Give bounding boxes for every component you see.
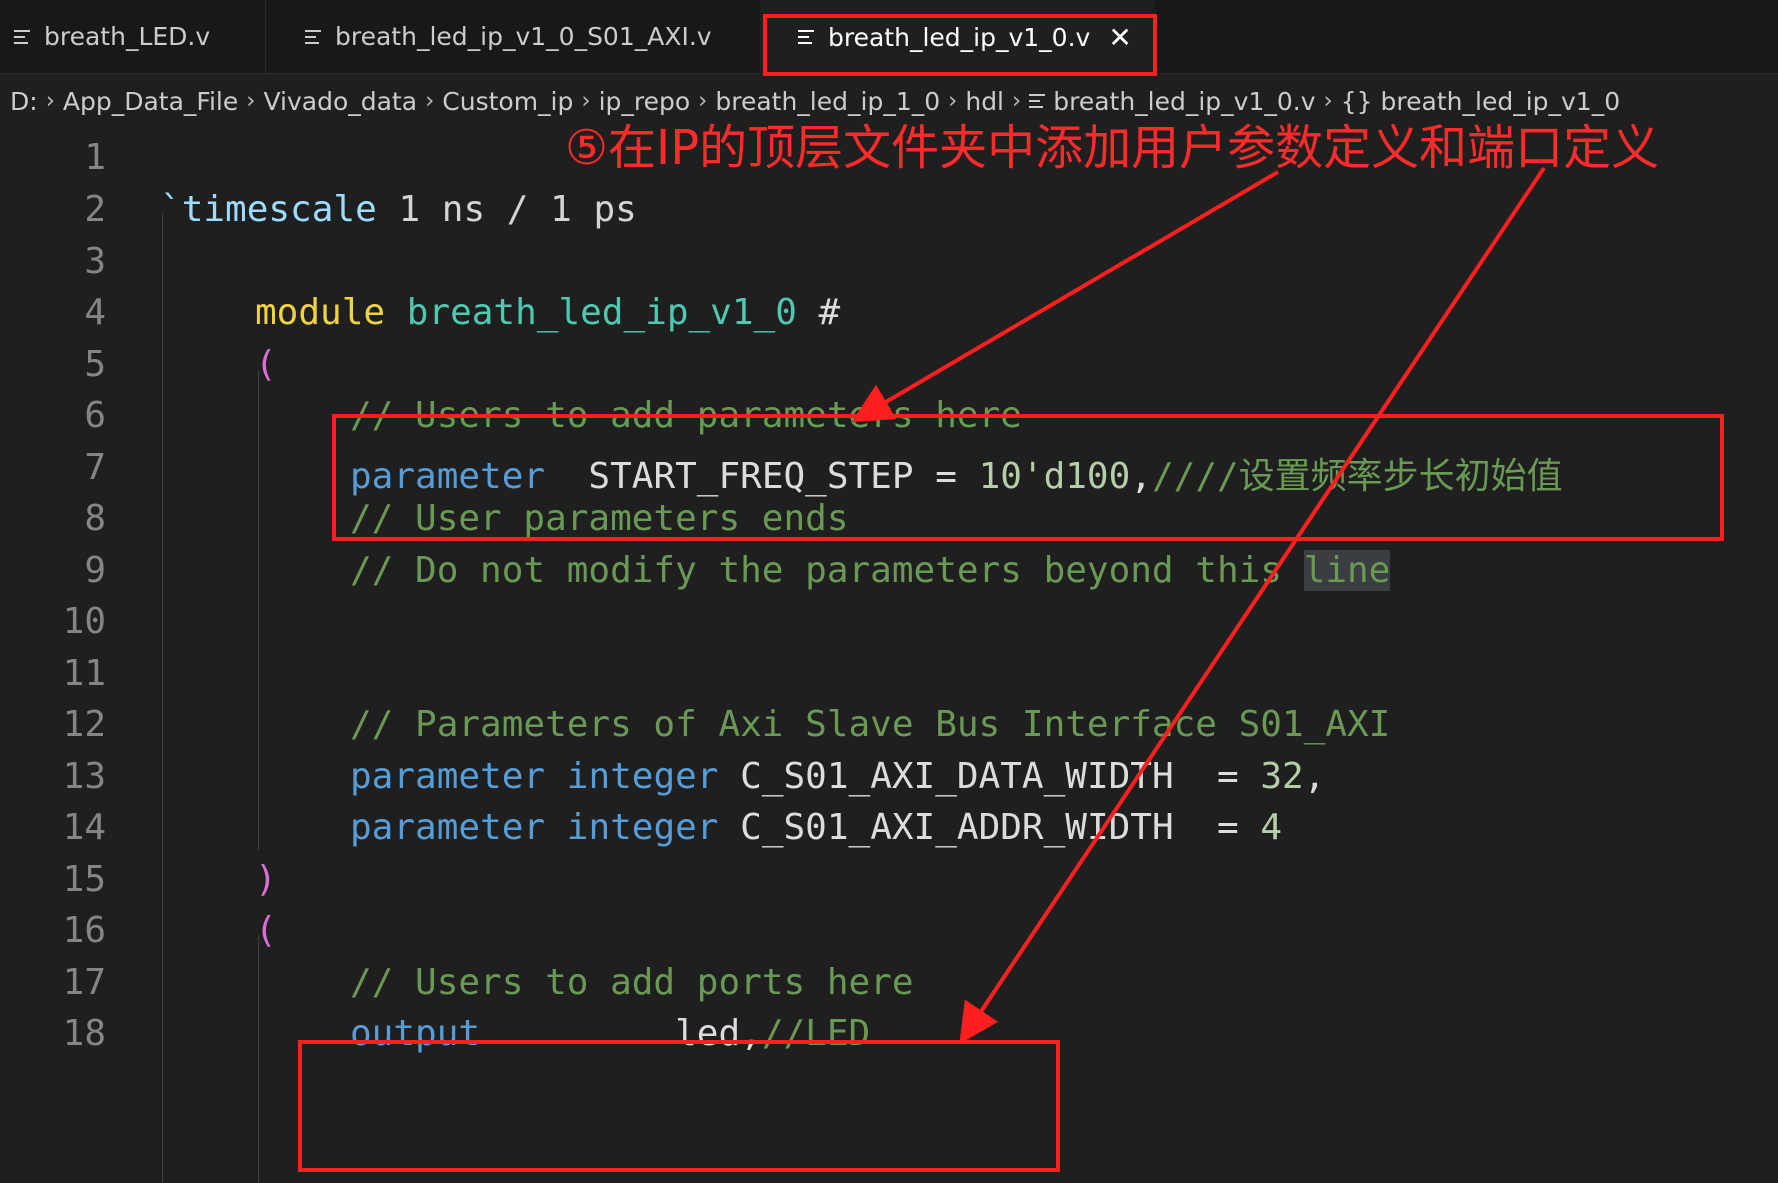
line-number: 17 bbox=[62, 962, 106, 1003]
code-line-5: ( bbox=[255, 344, 277, 385]
line-number: 5 bbox=[84, 344, 106, 385]
code-line-13: parameter integer C_S01_AXI_DATA_WIDTH =… bbox=[350, 756, 1326, 797]
line-number: 11 bbox=[62, 653, 106, 694]
code-line-16: ( bbox=[255, 910, 277, 951]
code-editor[interactable]: 1 2 3 4 5 6 7 8 9 10 11 12 13 14 15 16 1… bbox=[0, 125, 1778, 1183]
line-number: 9 bbox=[84, 550, 106, 591]
chevron-right-icon: › bbox=[246, 88, 256, 114]
breadcrumb-item[interactable]: Custom_ip bbox=[442, 87, 573, 116]
code-line-14: parameter integer C_S01_AXI_ADDR_WIDTH =… bbox=[350, 807, 1283, 848]
annotation-box-active-tab bbox=[763, 14, 1157, 76]
code-line-12: // Parameters of Axi Slave Bus Interface… bbox=[350, 704, 1391, 745]
breadcrumb-item[interactable]: Vivado_data bbox=[263, 87, 417, 116]
line-number: 8 bbox=[84, 498, 106, 539]
line-number: 10 bbox=[62, 601, 106, 642]
chevron-right-icon: › bbox=[425, 88, 435, 114]
code-line-4: module breath_led_ip_v1_0 # bbox=[255, 292, 841, 333]
line-number: 13 bbox=[62, 756, 106, 797]
annotation-box-user-ports bbox=[298, 1040, 1060, 1172]
code-line-9: // Do not modify the parameters beyond t… bbox=[350, 550, 1391, 591]
line-number: 7 bbox=[84, 447, 106, 488]
line-number: 6 bbox=[84, 395, 106, 436]
annotation-caption: ⑤在IP的顶层文件夹中添加用户参数定义和端口定义 bbox=[565, 120, 1660, 176]
tab-breath-led[interactable]: breath_LED.v bbox=[0, 0, 266, 73]
tab-label: breath_LED.v bbox=[44, 22, 211, 51]
annotation-box-user-parameters bbox=[332, 414, 1724, 541]
line-number: 12 bbox=[62, 704, 106, 745]
indent-guide bbox=[258, 935, 259, 1183]
line-number: 3 bbox=[84, 241, 106, 282]
line-number: 4 bbox=[84, 292, 106, 333]
file-lines-icon bbox=[14, 26, 30, 48]
code-line-15: ) bbox=[255, 859, 277, 900]
line-number: 14 bbox=[62, 807, 106, 848]
indent-guide bbox=[258, 370, 259, 850]
line-number: 18 bbox=[62, 1013, 106, 1054]
tab-breath-led-ip-s01-axi[interactable]: breath_led_ip_v1_0_S01_AXI.v bbox=[265, 0, 761, 73]
line-number: 15 bbox=[62, 859, 106, 900]
tab-label: breath_led_ip_v1_0_S01_AXI.v bbox=[335, 22, 712, 51]
line-number: 2 bbox=[84, 189, 106, 230]
breadcrumb-item[interactable]: D: bbox=[10, 87, 38, 116]
line-number: 1 bbox=[84, 137, 106, 178]
indent-guide bbox=[162, 213, 163, 1183]
breadcrumb-item[interactable]: App_Data_File bbox=[63, 87, 238, 116]
line-number: 16 bbox=[62, 910, 106, 951]
code-line-2: `timescale 1 ns / 1 ps bbox=[160, 189, 637, 230]
file-lines-icon bbox=[305, 26, 321, 48]
code-line-17: // Users to add ports here bbox=[350, 962, 914, 1003]
chevron-right-icon: › bbox=[45, 88, 55, 114]
